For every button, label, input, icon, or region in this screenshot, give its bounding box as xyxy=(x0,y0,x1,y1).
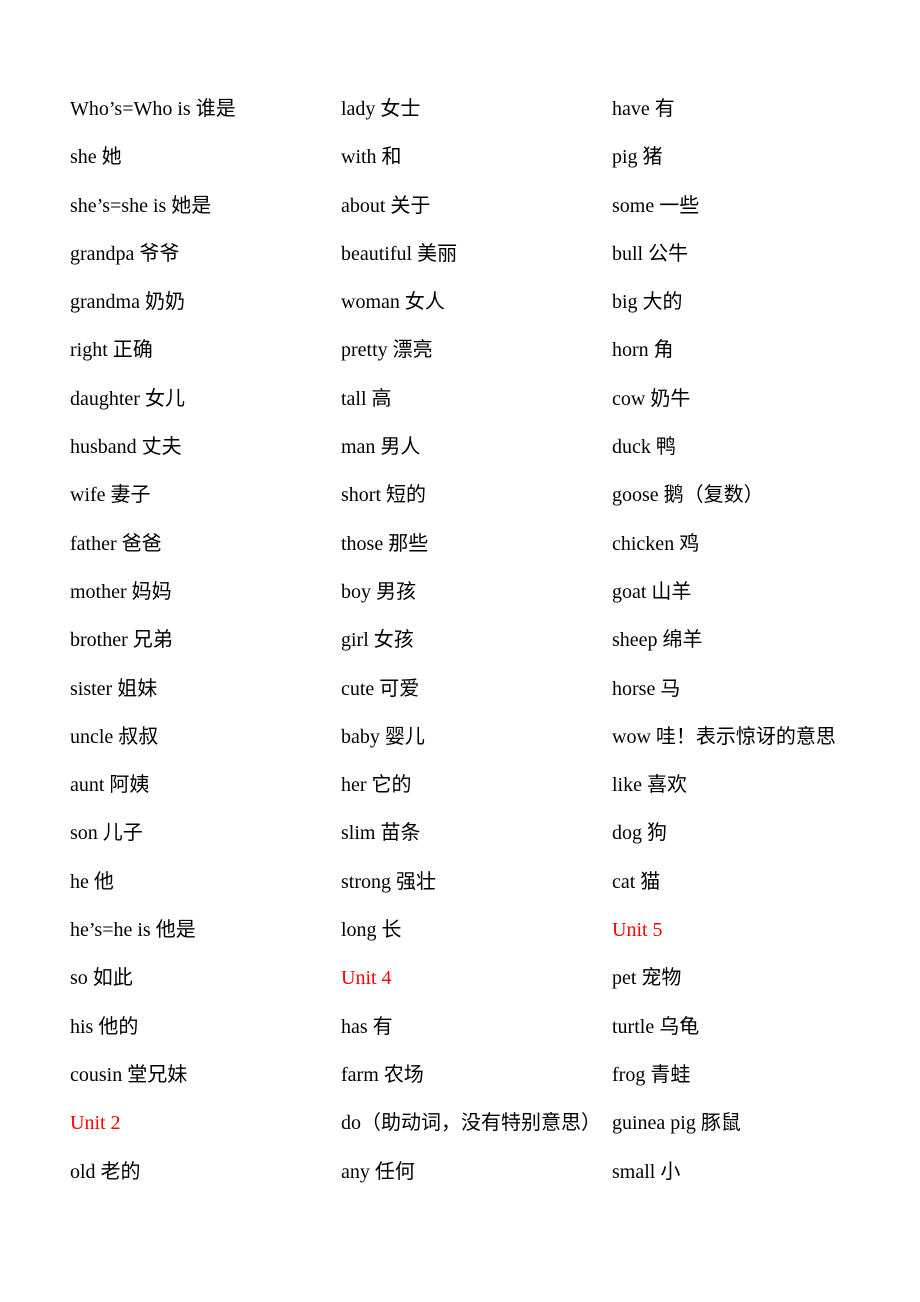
vocabulary-entry: cat 猫 xyxy=(612,870,661,893)
vocabulary-entry: bull 公牛 xyxy=(612,242,689,265)
vocabulary-entry: grandma 奶奶 xyxy=(70,291,185,314)
vocabulary-entry: father 爸爸 xyxy=(70,532,162,555)
vocabulary-column-2: lady 女士 with 和 about 关于 beautiful 美丽 woman 女… xyxy=(341,91,601,1202)
vocabulary-entry: those 那些 xyxy=(341,532,429,555)
vocabulary-entry: have 有 xyxy=(612,98,675,120)
vocabulary-entry: dog 狗 xyxy=(612,822,667,845)
vocabulary-entry: has 有 xyxy=(341,1015,393,1038)
vocabulary-entry: so 如此 xyxy=(70,967,133,990)
vocabulary-entry: goose 鹅（复数） xyxy=(612,484,764,507)
vocabulary-entry: husband 丈夫 xyxy=(70,436,182,459)
vocabulary-entry: baby 婴儿 xyxy=(341,725,425,748)
vocabulary-entry: duck 鸭 xyxy=(612,436,676,459)
vocabulary-column-1: Who’s=Who is 谁是 she 她 she’s=she is 她是 grand… xyxy=(70,91,236,1202)
vocabulary-entry: she’s=she is 她是 xyxy=(70,194,212,217)
unit-heading: Unit 2 xyxy=(70,1112,121,1135)
vocabulary-entry: some 一些 xyxy=(612,194,700,217)
vocabulary-entry: farm 农场 xyxy=(341,1063,424,1086)
vocabulary-entry: tall 高 xyxy=(341,387,392,410)
vocabulary-entry: brother 兄弟 xyxy=(70,629,173,652)
vocabulary-entry: aunt 阿姨 xyxy=(70,774,150,797)
vocabulary-entry: uncle 叔叔 xyxy=(70,725,159,748)
vocabulary-entry: chicken 鸡 xyxy=(612,532,700,555)
vocabulary-entry: horn 角 xyxy=(612,339,674,362)
vocabulary-entry: daughter 女儿 xyxy=(70,387,185,410)
vocabulary-entry: he 他 xyxy=(70,870,114,893)
vocabulary-entry: old 老的 xyxy=(70,1160,141,1183)
vocabulary-entry: Who’s=Who is 谁是 xyxy=(70,98,236,120)
vocabulary-entry: like 喜欢 xyxy=(612,774,687,797)
vocabulary-entry: with 和 xyxy=(341,146,402,169)
vocabulary-entry: boy 男孩 xyxy=(341,580,416,603)
vocabulary-entry: lady 女士 xyxy=(341,98,421,120)
vocabulary-entry: girl 女孩 xyxy=(341,629,414,652)
vocabulary-entry: his 他的 xyxy=(70,1015,139,1038)
vocabulary-column-3: have 有 pig 猪 some 一些 bull 公牛 big 大的 horn 角 cow… xyxy=(612,91,836,1202)
vocabulary-entry: any 任何 xyxy=(341,1160,415,1183)
vocabulary-page: Who’s=Who is 谁是 she 她 she’s=she is 她是 grand… xyxy=(0,0,920,1302)
vocabulary-entry: right 正确 xyxy=(70,339,153,362)
vocabulary-entry: beautiful 美丽 xyxy=(341,242,458,265)
vocabulary-entry: guinea pig 豚鼠 xyxy=(612,1112,741,1135)
vocabulary-entry: wife 妻子 xyxy=(70,484,151,507)
vocabulary-entry: pretty 漂亮 xyxy=(341,339,433,362)
vocabulary-entry: he’s=he is 他是 xyxy=(70,919,196,942)
unit-heading: Unit 4 xyxy=(341,967,392,990)
vocabulary-entry: do（助动词，没有特别意思） xyxy=(341,1112,601,1135)
vocabulary-entry: small 小 xyxy=(612,1160,681,1183)
vocabulary-entry: frog 青蛙 xyxy=(612,1063,691,1086)
vocabulary-entry: turtle 乌龟 xyxy=(612,1015,700,1038)
vocabulary-entry: wow 哇！表示惊讶的意思 xyxy=(612,725,836,748)
vocabulary-entry: sister 姐妹 xyxy=(70,677,158,700)
unit-heading: Unit 5 xyxy=(612,919,663,942)
vocabulary-entry: slim 苗条 xyxy=(341,822,421,845)
vocabulary-entry: strong 强壮 xyxy=(341,870,436,893)
vocabulary-entry: man 男人 xyxy=(341,436,421,459)
vocabulary-entry: son 儿子 xyxy=(70,822,143,845)
vocabulary-entry: sheep 绵羊 xyxy=(612,629,703,652)
vocabulary-entry: big 大的 xyxy=(612,291,683,314)
vocabulary-entry: pig 猪 xyxy=(612,146,663,169)
vocabulary-entry: her 它的 xyxy=(341,774,412,797)
vocabulary-entry: horse 马 xyxy=(612,677,681,700)
vocabulary-entry: goat 山羊 xyxy=(612,580,692,603)
vocabulary-entry: cow 奶牛 xyxy=(612,387,691,410)
vocabulary-entry: about 关于 xyxy=(341,194,431,217)
vocabulary-entry: she 她 xyxy=(70,146,122,169)
vocabulary-entry: cousin 堂兄妹 xyxy=(70,1063,188,1086)
vocabulary-entry: short 短的 xyxy=(341,484,426,507)
vocabulary-entry: woman 女人 xyxy=(341,291,445,314)
vocabulary-entry: cute 可爱 xyxy=(341,677,420,700)
vocabulary-entry: grandpa 爷爷 xyxy=(70,242,180,265)
vocabulary-entry: mother 妈妈 xyxy=(70,580,172,603)
vocabulary-entry: long 长 xyxy=(341,919,402,942)
vocabulary-entry: pet 宠物 xyxy=(612,967,682,990)
